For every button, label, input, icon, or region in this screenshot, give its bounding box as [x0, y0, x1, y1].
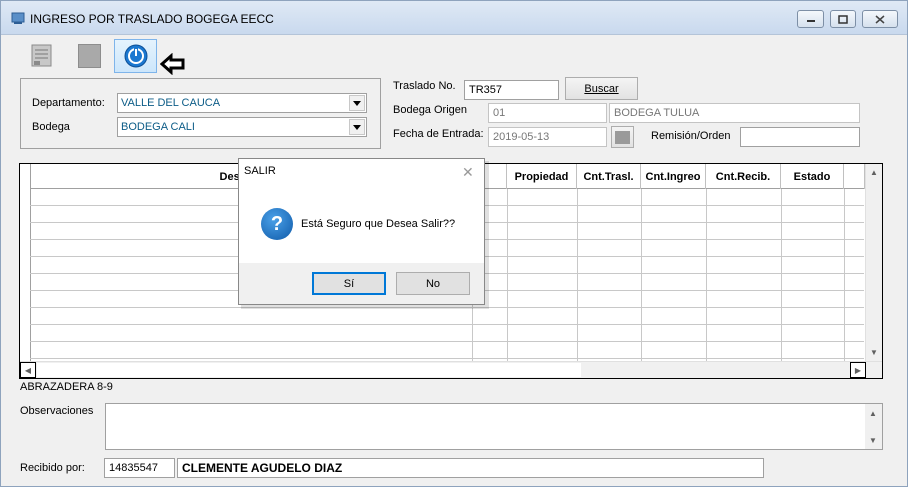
chevron-down-icon[interactable]	[349, 95, 365, 111]
col-status[interactable]: Estado	[781, 164, 844, 189]
question-glyph: ?	[270, 212, 284, 235]
received-id-input[interactable]: 14835547	[104, 458, 175, 478]
scroll-right-icon[interactable]: ▶	[850, 362, 866, 378]
col-divider	[507, 189, 508, 361]
origin-label: Bodega Origen	[393, 104, 467, 116]
close-icon	[875, 14, 885, 24]
yes-button[interactable]: Sí	[312, 272, 386, 295]
stop-icon[interactable]	[78, 44, 101, 68]
col-qty-entry[interactable]: Cnt.Ingreo	[641, 164, 706, 189]
main-window: INGRESO POR TRASLADO BOGEGA EECC Departa…	[0, 0, 908, 487]
warehouse-value: BODEGA CALI	[121, 121, 195, 133]
left-arrow-icon	[160, 53, 185, 75]
search-button[interactable]: Buscar	[565, 77, 638, 100]
table-row	[30, 324, 864, 325]
entry-date-value: 2019-05-13	[493, 131, 550, 143]
selected-item-caption: ABRAZADERA 8-9	[20, 381, 113, 393]
col-divider	[706, 189, 707, 361]
table-row	[30, 341, 864, 342]
remission-label: Remisión/Orden	[651, 130, 731, 142]
search-button-label: Buscar	[584, 82, 619, 95]
transfer-no-value: TR357	[469, 84, 503, 96]
power-icon	[124, 44, 147, 68]
yes-button-label: Sí	[343, 277, 355, 290]
document-icon[interactable]	[31, 44, 53, 68]
scroll-up-icon[interactable]: ▲	[866, 164, 882, 180]
origin-code-field: 01	[488, 103, 607, 123]
observations-textarea[interactable]: ▲ ▼	[105, 403, 883, 450]
department-select[interactable]: VALLE DEL CAUCA	[117, 93, 367, 113]
col-divider	[844, 189, 845, 361]
origin-name-value: BODEGA TULUA	[614, 107, 700, 119]
col-extra[interactable]	[844, 164, 865, 189]
maximize-button[interactable]	[830, 10, 856, 28]
app-icon	[11, 12, 25, 24]
origin-code-value: 01	[493, 107, 506, 119]
dialog-message: Está Seguro que Desea Salir??	[301, 218, 456, 230]
col-divider	[577, 189, 578, 361]
warehouse-select[interactable]: BODEGA CALI	[117, 117, 367, 137]
observations-label: Observaciones	[20, 405, 94, 417]
scroll-thumb[interactable]	[37, 363, 581, 377]
origin-name-field: BODEGA TULUA	[609, 103, 860, 123]
horizontal-scrollbar[interactable]: ◀ ▶	[20, 361, 882, 378]
dialog-close-icon[interactable]: ✕	[462, 164, 474, 181]
received-id-value: 14835547	[109, 462, 158, 474]
question-icon: ?	[261, 208, 293, 240]
close-button[interactable]	[862, 10, 898, 28]
no-button[interactable]: No	[396, 272, 470, 295]
department-label: Departamento:	[32, 97, 105, 109]
col-divider	[641, 189, 642, 361]
col-qty-transfer[interactable]: Cnt.Trasl.	[577, 164, 641, 189]
col-qty-received[interactable]: Cnt.Recib.	[706, 164, 781, 189]
received-by-label: Recibido por:	[20, 462, 85, 474]
remission-input[interactable]	[740, 127, 860, 147]
observations-scrollbar[interactable]: ▲ ▼	[865, 404, 882, 449]
minimize-button[interactable]	[797, 10, 824, 28]
col-divider	[781, 189, 782, 361]
department-value: VALLE DEL CAUCA	[121, 97, 221, 109]
chevron-down-icon[interactable]	[349, 119, 365, 135]
filter-group: Departamento: VALLE DEL CAUCA Bodega BOD…	[20, 78, 381, 149]
maximize-icon	[838, 14, 848, 24]
transfer-no-input[interactable]: TR357	[464, 80, 559, 100]
scroll-down-icon[interactable]: ▼	[865, 432, 881, 448]
col-property[interactable]: Propiedad	[507, 164, 577, 189]
minimize-icon	[806, 20, 815, 22]
dialog-title: SALIR	[244, 165, 276, 177]
vertical-scrollbar[interactable]: ▲ ▼	[865, 164, 882, 361]
exit-confirm-dialog: SALIR ✕ ? Está Seguro que Desea Salir?? …	[238, 158, 485, 305]
calendar-icon	[615, 130, 630, 144]
scroll-left-icon[interactable]: ◀	[20, 362, 36, 378]
row-selector[interactable]	[20, 164, 31, 378]
entry-date-input[interactable]: 2019-05-13	[488, 127, 607, 147]
received-name-field: CLEMENTE AGUDELO DIAZ	[177, 458, 764, 478]
scroll-up-icon[interactable]: ▲	[865, 405, 881, 421]
received-name-value: CLEMENTE AGUDELO DIAZ	[182, 461, 343, 475]
exit-button[interactable]	[114, 39, 157, 73]
calendar-button[interactable]	[611, 126, 634, 148]
table-row	[30, 358, 864, 359]
window-title: INGRESO POR TRASLADO BOGEGA EECC	[30, 12, 274, 26]
scroll-down-icon[interactable]: ▼	[866, 344, 882, 360]
warehouse-label: Bodega	[32, 121, 70, 133]
entry-date-label: Fecha de Entrada:	[393, 128, 484, 140]
title-bar[interactable]: INGRESO POR TRASLADO BOGEGA EECC	[1, 1, 907, 35]
no-button-label: No	[425, 277, 441, 290]
transfer-no-label: Traslado No.	[393, 80, 456, 92]
